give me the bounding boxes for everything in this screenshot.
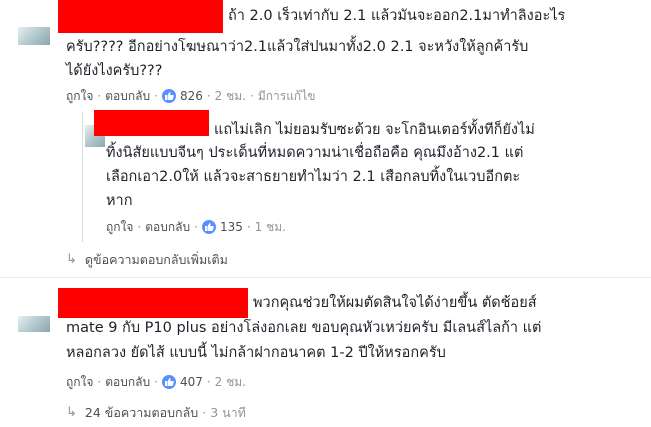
reply-thread-line: [82, 112, 83, 242]
reply-text-line: แถไม่เลิก ไม่ยอมรับซะด้วย จะโกอินเตอร์ทั…: [214, 122, 535, 138]
like-link[interactable]: ถูกใจ: [66, 374, 93, 390]
comment-text-line: ถ้า 2.0 เร็วเท่ากับ 2.1 แล้วมันจะออก2.1ม…: [228, 8, 566, 24]
reply-link[interactable]: ตอบกลับ: [145, 219, 190, 235]
reply-link[interactable]: ตอบกลับ: [105, 88, 150, 104]
reaction-count[interactable]: 135: [220, 219, 243, 235]
reply-text-line: เลือกเอา2.0ให้ แล้วจะสาธยายทำไมว่า 2.1 เ…: [106, 169, 521, 185]
reply-arrow-icon: ↳: [66, 405, 77, 420]
separator-dot: ·: [137, 220, 142, 234]
like-link[interactable]: ถูกใจ: [106, 219, 133, 235]
replies-count-label[interactable]: 24 ข้อความตอบกลับ: [85, 405, 198, 421]
comment-text-line: พวกคุณช่วยให้ผมตัดสินใจได้ง่ายขึ้น ตัดช้…: [253, 295, 537, 311]
reply-link[interactable]: ตอบกลับ: [105, 374, 150, 390]
reply-actions: ถูกใจ · ตอบกลับ · 135 · 1 ชม.: [106, 219, 286, 235]
separator-dot: ·: [97, 375, 102, 389]
separator-dot: ·: [97, 89, 102, 103]
reaction-count[interactable]: 826: [180, 88, 203, 104]
timestamp[interactable]: 2 ชม.: [215, 88, 246, 104]
replies-count-link[interactable]: ↳ 24 ข้อความตอบกลับ · 3 นาที: [66, 405, 246, 421]
separator-dot: ·: [206, 89, 211, 103]
comment-divider: [0, 277, 651, 278]
like-reaction-icon[interactable]: [161, 89, 176, 103]
separator-dot: ·: [206, 375, 211, 389]
comment-actions: ถูกใจ · ตอบกลับ · 826 · 2 ชม. · มีการแก้…: [66, 88, 315, 104]
separator-dot: ·: [194, 220, 198, 234]
like-link[interactable]: ถูกใจ: [66, 88, 93, 104]
view-more-replies-link[interactable]: ↳ ดูข้อความตอบกลับเพิ่มเติม: [66, 252, 228, 268]
reply-text-line: ทิ้งนิสัยแบบจีนๆ ประเด็นที่หมดความน่าเชื…: [106, 145, 524, 161]
timestamp[interactable]: 3 นาที: [210, 405, 246, 421]
comment-text-line: ได้ยังไงครับ???: [66, 63, 163, 79]
comment-actions: ถูกใจ · ตอบกลับ · 407 · 2 ชม.: [66, 374, 246, 390]
timestamp[interactable]: 2 ชม.: [215, 374, 246, 390]
separator-dot: ·: [250, 89, 254, 103]
view-more-replies-label[interactable]: ดูข้อความตอบกลับเพิ่มเติม: [85, 252, 228, 268]
avatar[interactable]: [18, 27, 50, 45]
redacted-username: [94, 110, 209, 136]
separator-dot: ·: [154, 89, 158, 103]
reaction-count[interactable]: 407: [180, 374, 203, 390]
timestamp[interactable]: 1 ชม.: [255, 219, 286, 235]
like-reaction-icon[interactable]: [161, 375, 176, 389]
reply-arrow-icon: ↳: [66, 252, 77, 267]
comment-text-line: หลอกลวง ยัดไส้ แบบนี้ ไม่กล้าฝากอนาคต 1-…: [66, 345, 446, 361]
separator-dot: ·: [154, 375, 158, 389]
redacted-username: [58, 288, 248, 318]
redacted-username: [58, 0, 223, 33]
comment-text-line: ครับ???? อีกอย่างโฆษณาว่า2.1แล้วใส่ปนมาท…: [66, 39, 529, 55]
edited-label[interactable]: มีการแก้ไข: [258, 88, 316, 104]
reply-text-line: หาก: [106, 193, 133, 209]
separator-dot: ·: [246, 220, 251, 234]
avatar[interactable]: [18, 316, 50, 332]
comment-text-line: mate 9 กับ P10 plus อย่างโล่งอกเลย ขอบคุ…: [66, 320, 542, 336]
separator-dot: ·: [202, 405, 207, 420]
like-reaction-icon[interactable]: [201, 220, 216, 234]
